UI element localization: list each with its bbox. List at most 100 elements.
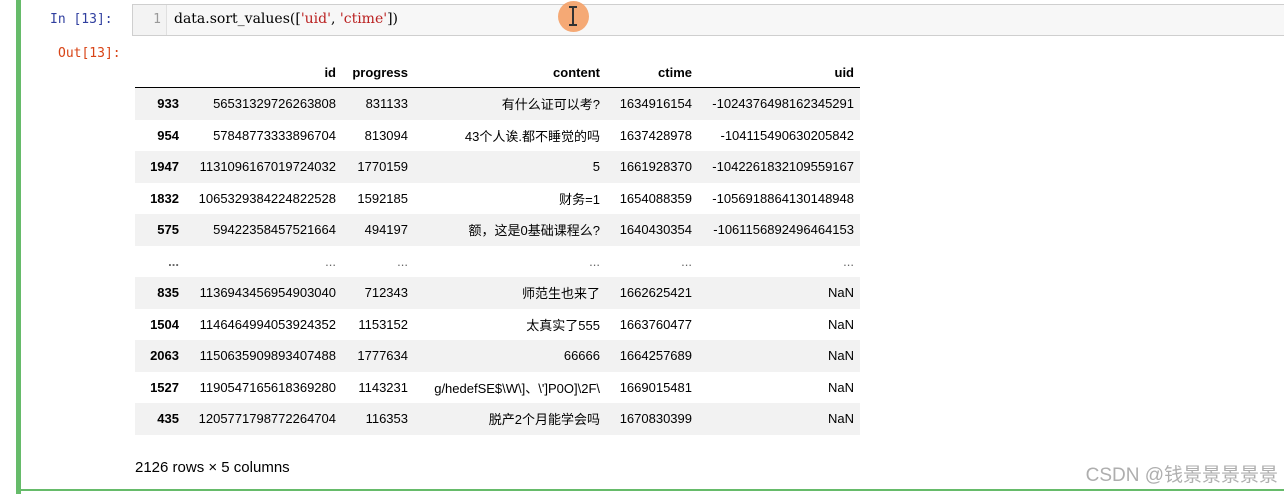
table-cell: 1770159 [357,159,408,175]
table-cell: NaN [827,316,854,332]
table-row: 1527 1190547165618369280 1143231 g/hedefSE$… [135,372,860,404]
table-cell: 太真实了555 [526,317,600,333]
table-cell: 831133 [365,96,408,112]
row-index: 2063 [150,348,179,364]
table-cell: 脱产2个月能学会吗 [488,412,600,428]
table-cell: 57848773333896704 [213,127,336,143]
table-cell: ... [681,253,692,269]
table-cell: 额，这是0基础课程么? [468,223,600,239]
table-cell: 有什么证可以考? [501,97,600,113]
table-cell: 1143231 [358,379,408,395]
table-cell: 1664257689 [619,348,692,364]
table-cell: 1640430354 [619,222,692,238]
table-cell: ... [589,253,600,269]
rows-columns-summary: 2126 rows × 5 columns [135,459,290,476]
table-cell: 1592185 [357,190,408,206]
table-row: 1504 1146464994053924352 1153152 太真实了555 166… [135,309,860,341]
table-cell: 1150635909893407488 [199,348,336,364]
table-row: 954 57848773333896704 813094 43个人诶.都不睡觉的吗 16… [135,120,860,152]
table-cell: -104115490630205842 [720,127,854,143]
code-input-area[interactable]: 1 data.sort_values(['uid', 'ctime']) [132,4,1284,36]
table-cell: 66666 [563,348,600,364]
row-index: 835 [157,285,179,301]
table-cell: 43个人诶.都不睡觉的吗 [464,128,600,144]
header-index [135,57,185,88]
table-cell: 1670830399 [619,411,692,427]
row-index: 1947 [150,159,179,175]
table-cell: 1190547165618369280 [199,379,336,395]
row-index: 1527 [150,379,179,395]
header-id: id [185,57,342,88]
table-cell: 1654088359 [619,190,692,206]
table-cell: -1042261832109559167 [712,159,854,175]
table-row: .................. [135,246,860,278]
table-cell: 712343 [364,285,408,301]
table-cell: ... [325,253,336,269]
row-index: 1832 [150,190,179,206]
table-cell: NaN [827,379,854,395]
row-index: 575 [157,222,179,238]
table-cell: 59422358457521664 [213,222,336,238]
table-cell: 813094 [364,127,408,143]
header-uid: uid [698,57,860,88]
table-header-row: id progress content ctime uid [135,57,860,88]
table-cell: 1663760477 [619,316,692,332]
table-row: 435 1205771798772264704 116353 脱产2个月能学会吗 167… [135,403,860,435]
table-row: 1832 1065329384224822528 1592185 财务=1 165408… [135,183,860,215]
cell-bottom-border [21,489,1284,491]
line-number: 1 [153,12,161,27]
table-cell: ... [397,253,408,269]
code-prefix: data.sort_values([ [174,11,301,27]
table-cell: 1131096167019724032 [199,159,336,175]
code-suffix: ]) [387,11,399,27]
table-cell: 116353 [365,411,408,427]
code-arg-ctime: 'ctime' [339,11,388,27]
row-index: 954 [157,127,179,143]
table-cell: -1056918864130148948 [712,190,854,206]
table-cell: NaN [827,285,854,301]
table-cell: 1153152 [358,316,408,332]
table-cell: 5 [592,159,600,175]
row-index: 933 [157,96,179,112]
table-row: 2063 1150635909893407488 1777634 66666 16642… [135,340,860,372]
table-cell: 财务=1 [559,191,600,207]
table-cell: 1662625421 [619,285,692,301]
table-cell: 1777634 [357,348,408,364]
table-cell: NaN [827,411,854,427]
table-row: 1947 1131096167019724032 1770159 5 166192837… [135,151,860,183]
row-index: 1504 [150,316,179,332]
table-cell: g/hedefSE$\W\]、\']P0O]\2F\ [434,380,600,396]
table-cell: 1669015481 [619,379,692,395]
table-cell: 1205771798772264704 [198,411,336,427]
text-cursor-icon [569,6,577,26]
row-index: 435 [157,411,179,427]
table-cell: -1024376498162345291 [712,96,854,112]
table-cell: ... [843,253,854,269]
code-arg-uid: 'uid' [300,11,331,27]
output-prompt: Out[13]: [58,46,121,61]
table-cell: 1136943456954903040 [199,285,336,301]
table-row: 575 59422358457521664 494197 额，这是0基础课程么? 164… [135,214,860,246]
table-cell: 494197 [364,222,408,238]
table-cell: 师范生也来了 [521,286,600,302]
header-ctime: ctime [606,57,698,88]
line-gutter: 1 [133,5,167,35]
table-body: 933 56531329726263808 831133 有什么证可以考? 163491… [135,87,860,435]
watermark: CSDN @钱景景景景景 [1085,465,1278,486]
dataframe-table: id progress content ctime uid 933 5653132… [135,57,860,435]
table-cell: 1637428978 [619,127,692,143]
table-row: 835 1136943456954903040 712343 师范生也来了 166262… [135,277,860,309]
table-cell: 1065329384224822528 [198,190,336,206]
input-prompt: In [13]: [50,12,113,27]
row-index: ... [168,253,179,269]
table-cell: 1661928370 [619,159,692,175]
table-cell: NaN [827,348,854,364]
header-progress: progress [342,57,414,88]
code-line[interactable]: data.sort_values(['uid', 'ctime']) [174,11,398,27]
table-cell: -1061156892496464153 [713,222,854,238]
header-content: content [414,57,606,88]
table-row: 933 56531329726263808 831133 有什么证可以考? 163491… [135,87,860,120]
table-cell: 1634916154 [619,96,692,112]
code-separator: , [330,11,340,27]
cell-selected-bar [16,0,21,494]
